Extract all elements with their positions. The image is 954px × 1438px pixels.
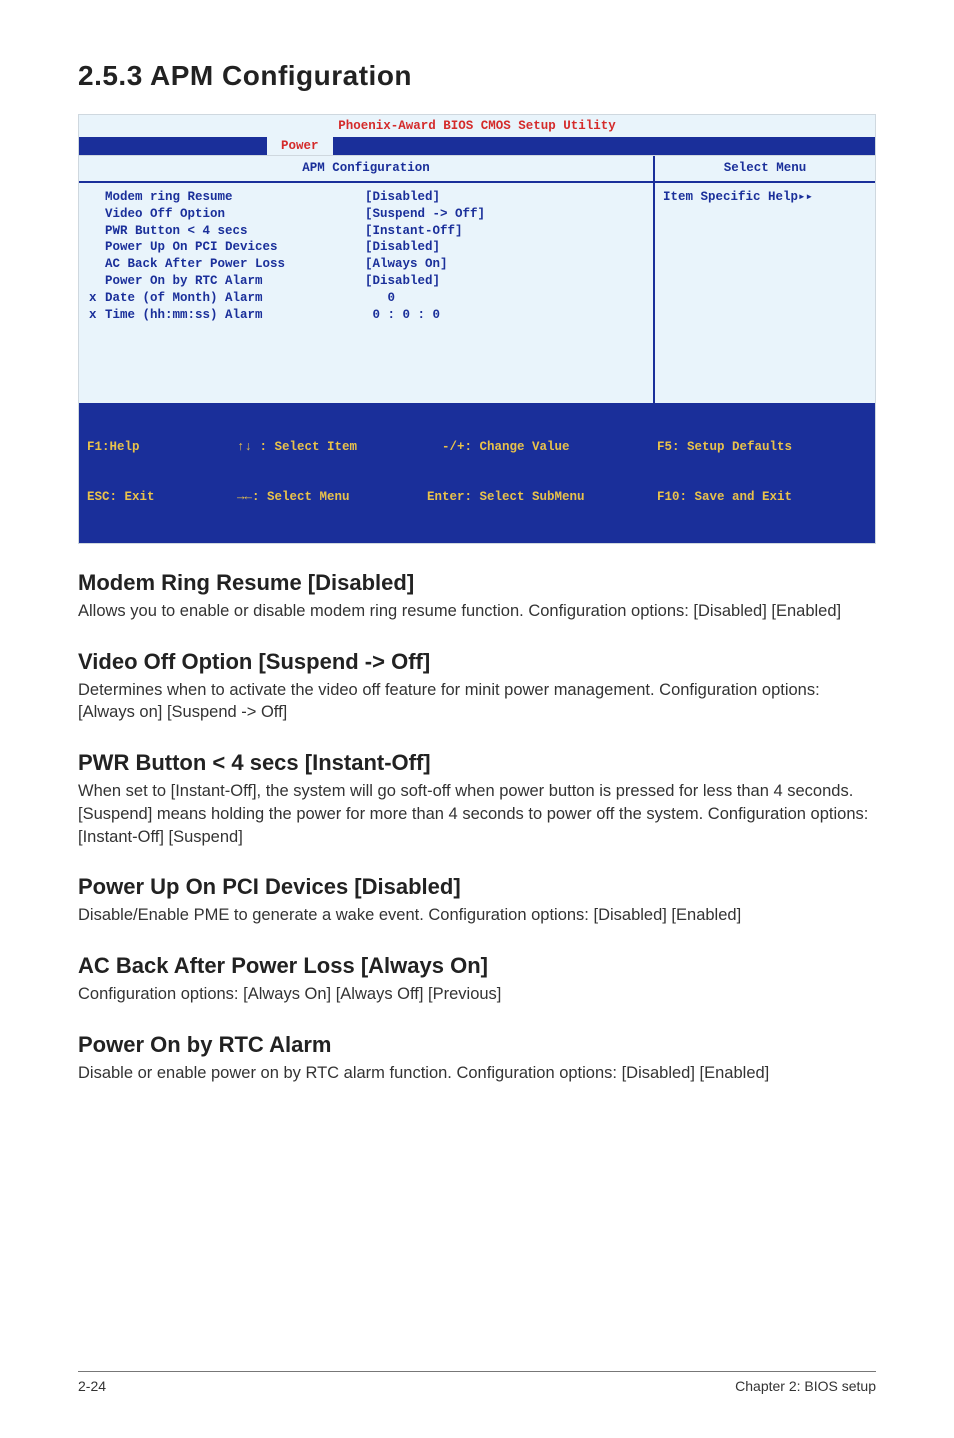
- footer-setup-defaults: F5: Setup Defaults: [657, 439, 867, 456]
- row-label: Modem ring Resume: [105, 189, 365, 206]
- subsection-body: Allows you to enable or disable modem ri…: [78, 600, 876, 623]
- bios-setting-row[interactable]: PWR Button < 4 secs[Instant-Off]: [79, 223, 653, 240]
- row-label: Video Off Option: [105, 206, 365, 223]
- bios-tab-power[interactable]: Power: [267, 137, 333, 155]
- bios-window-title: Phoenix-Award BIOS CMOS Setup Utility: [79, 115, 875, 137]
- subsection-heading: Video Off Option [Suspend -> Off]: [78, 649, 876, 675]
- subsection-body: Disable/Enable PME to generate a wake ev…: [78, 904, 876, 927]
- bios-setting-row[interactable]: Power Up On PCI Devices[Disabled]: [79, 239, 653, 256]
- footer-change-value: -/+: Change Value: [427, 439, 657, 456]
- footer-exit-key: ESC: Exit: [87, 489, 237, 506]
- row-label: Time (hh:mm:ss) Alarm: [105, 307, 365, 324]
- bios-tabbar: Power: [79, 137, 875, 155]
- chapter-label: Chapter 2: BIOS setup: [735, 1378, 876, 1394]
- row-value: [Disabled]: [365, 189, 649, 206]
- row-mark: [83, 256, 105, 273]
- row-value: 0: [365, 290, 649, 307]
- bios-footer: F1:Help ESC: Exit ↑↓ : Select Item →←: S…: [79, 403, 875, 543]
- row-label: Power On by RTC Alarm: [105, 273, 365, 290]
- bios-main-header: APM Configuration: [79, 156, 653, 183]
- bios-setting-row[interactable]: Video Off Option[Suspend -> Off]: [79, 206, 653, 223]
- row-mark: [83, 273, 105, 290]
- bios-side-header: Select Menu: [655, 156, 875, 183]
- footer-select-menu: →←: Select Menu: [237, 489, 427, 506]
- bios-setting-row[interactable]: AC Back After Power Loss[Always On]: [79, 256, 653, 273]
- section-title: 2.5.3 APM Configuration: [78, 60, 876, 92]
- bios-setting-row[interactable]: Modem ring Resume[Disabled]: [79, 189, 653, 206]
- subsection-body: When set to [Instant-Off], the system wi…: [78, 780, 876, 848]
- bios-side-panel: Select Menu Item Specific Help▸▸: [655, 156, 875, 403]
- subsection-body: Configuration options: [Always On] [Alwa…: [78, 983, 876, 1006]
- subsection-heading: Modem Ring Resume [Disabled]: [78, 570, 876, 596]
- row-mark: [83, 239, 105, 256]
- page-number: 2-24: [78, 1378, 106, 1394]
- footer-select-item: ↑↓ : Select Item: [237, 439, 427, 456]
- bios-main-panel: APM Configuration Modem ring Resume[Disa…: [79, 156, 655, 403]
- row-label: PWR Button < 4 secs: [105, 223, 365, 240]
- bios-window: Phoenix-Award BIOS CMOS Setup Utility Po…: [78, 114, 876, 544]
- subsection-heading: Power On by RTC Alarm: [78, 1032, 876, 1058]
- row-label: Power Up On PCI Devices: [105, 239, 365, 256]
- bios-help-area: Item Specific Help▸▸: [655, 183, 875, 403]
- row-mark: [83, 223, 105, 240]
- bios-setting-row[interactable]: xTime (hh:mm:ss) Alarm 0 : 0 : 0: [79, 307, 653, 324]
- row-mark: x: [83, 290, 105, 307]
- row-mark: [83, 189, 105, 206]
- row-value: [Always On]: [365, 256, 649, 273]
- footer-select-submenu: Enter: Select SubMenu: [427, 489, 657, 506]
- row-value: [Suspend -> Off]: [365, 206, 649, 223]
- bios-setting-row[interactable]: Power On by RTC Alarm[Disabled]: [79, 273, 653, 290]
- row-value: [Instant-Off]: [365, 223, 649, 240]
- row-value: [Disabled]: [365, 239, 649, 256]
- row-label: Date (of Month) Alarm: [105, 290, 365, 307]
- subsection-body: Determines when to activate the video of…: [78, 679, 876, 725]
- subsection-body: Disable or enable power on by RTC alarm …: [78, 1062, 876, 1085]
- subsection-heading: Power Up On PCI Devices [Disabled]: [78, 874, 876, 900]
- help-arrows-icon: ▸▸: [798, 190, 813, 204]
- row-value: [Disabled]: [365, 273, 649, 290]
- page-footer: 2-24 Chapter 2: BIOS setup: [78, 1371, 876, 1394]
- row-mark: x: [83, 307, 105, 324]
- subsection-heading: PWR Button < 4 secs [Instant-Off]: [78, 750, 876, 776]
- bios-setting-row[interactable]: xDate (of Month) Alarm 0: [79, 290, 653, 307]
- bios-help-text: Item Specific Help: [663, 190, 798, 204]
- row-value: 0 : 0 : 0: [365, 307, 649, 324]
- footer-save-exit: F10: Save and Exit: [657, 489, 867, 506]
- row-label: AC Back After Power Loss: [105, 256, 365, 273]
- subsection-heading: AC Back After Power Loss [Always On]: [78, 953, 876, 979]
- row-mark: [83, 206, 105, 223]
- footer-help-key: F1:Help: [87, 439, 237, 456]
- bios-settings-list: Modem ring Resume[Disabled]Video Off Opt…: [79, 183, 653, 403]
